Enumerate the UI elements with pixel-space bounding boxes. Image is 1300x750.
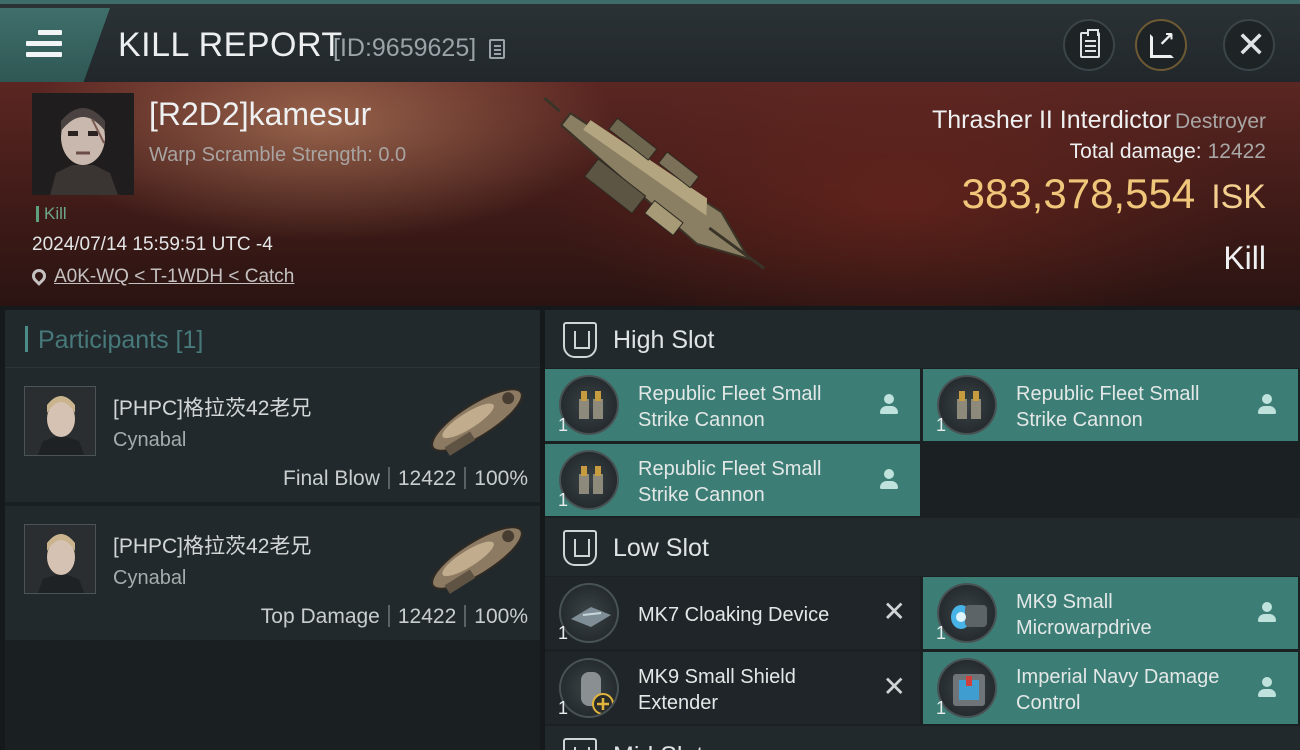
clipboard-button[interactable] <box>1063 19 1115 71</box>
top-bar: KILL REPORT [ID:9659625] ✕ <box>0 0 1300 82</box>
module-name: Republic Fleet Small Strike Cannon <box>638 383 822 431</box>
module-quantity: 1 <box>936 698 947 718</box>
fitting-panel: High Slot 1 Republic Fleet Small Strike … <box>545 310 1300 750</box>
ship-name: Thrasher II Interdictor <box>931 106 1171 134</box>
victim-banner: [R2D2]kamesur Warp Scramble Strength: 0.… <box>0 82 1300 306</box>
participant-role: Top Damage <box>260 605 380 628</box>
participants-header: Participants [1] <box>5 310 540 368</box>
victim-portrait[interactable] <box>32 93 134 195</box>
mid-slot-title: Mid Slot <box>613 742 703 750</box>
participant-name[interactable]: [PHPC]格拉茨42老兄 <box>113 392 311 422</box>
mid-slot-header: Mid Slot <box>545 726 1300 750</box>
module-item[interactable]: 1 Imperial Navy Damage Control <box>923 652 1298 724</box>
participant-damage: 12422 <box>397 467 457 490</box>
total-damage-label: Total damage: <box>1069 140 1202 163</box>
share-icon <box>1150 27 1175 58</box>
low-slot-icon <box>563 530 597 566</box>
location-pin-icon <box>29 266 49 286</box>
participant-avatar[interactable] <box>24 386 96 456</box>
destroyed-x-icon: ✕ <box>882 596 906 627</box>
victim-ship-image[interactable] <box>520 87 790 302</box>
participant-row[interactable]: [PHPC]格拉茨42老兄 Cynabal Top Damage 12422 100… <box>5 506 540 640</box>
module-item[interactable]: 1 MK9 Small Shield Extender ✕ <box>545 652 920 724</box>
module-item[interactable]: 1 MK7 Cloaking Device ✕ <box>545 577 920 649</box>
module-name: Republic Fleet Small Strike Cannon <box>638 458 822 506</box>
participant-stats: Top Damage 12422 100% <box>261 605 528 629</box>
dropped-pilot-icon <box>1258 394 1276 416</box>
victim-name[interactable]: [R2D2]kamesur <box>149 96 371 133</box>
participants-panel: Participants [1] [PHPC]格拉茨42老兄 Cynabal F… <box>5 310 540 750</box>
report-id: [ID:9659625] <box>333 34 477 62</box>
participant-damage: 12422 <box>397 605 457 628</box>
isk-unit: ISK <box>1211 178 1266 216</box>
total-damage: Total damage: 12422 <box>1070 140 1266 164</box>
module-quantity: 1 <box>558 623 569 643</box>
location-text[interactable]: A0K-WQ < T-1WDH < Catch <box>54 266 294 287</box>
dropped-pilot-icon <box>880 394 898 416</box>
result-label: Kill <box>1223 240 1266 276</box>
participant-ship: Cynabal <box>113 429 187 451</box>
module-name: MK9 Small Shield Extender <box>638 666 796 714</box>
mid-slot-icon <box>563 738 597 750</box>
participant-ship: Cynabal <box>113 567 187 589</box>
module-item[interactable]: 1 Republic Fleet Small Strike Cannon <box>545 444 920 516</box>
ship-class: Destroyer <box>1174 110 1266 133</box>
share-button[interactable] <box>1135 19 1187 71</box>
low-slot-title: Low Slot <box>613 534 709 562</box>
kill-tag: Kill <box>36 205 67 222</box>
participant-ship-image[interactable] <box>415 510 539 606</box>
module-item[interactable]: 1 MK9 Small Microwarpdrive <box>923 577 1298 649</box>
module-item[interactable]: 1 Republic Fleet Small Strike Cannon <box>545 369 920 441</box>
module-quantity: 1 <box>936 623 947 643</box>
participant-row[interactable]: [PHPC]格拉茨42老兄 Cynabal Final Blow 12422 100… <box>5 368 540 502</box>
close-icon: ✕ <box>1236 24 1267 65</box>
menu-button[interactable] <box>0 8 110 82</box>
participant-percent: 100% <box>474 605 528 628</box>
clipboard-icon <box>1080 29 1100 58</box>
hamburger-menu-icon[interactable] <box>26 30 62 58</box>
module-name: Imperial Navy Damage Control <box>1016 666 1220 714</box>
module-item[interactable]: 1 Republic Fleet Small Strike Cannon <box>923 369 1298 441</box>
participant-percent: 100% <box>474 467 528 490</box>
module-quantity: 1 <box>936 415 947 435</box>
high-slot-icon <box>563 322 597 358</box>
participant-stats: Final Blow 12422 100% <box>283 467 528 491</box>
participant-ship-image[interactable] <box>415 372 539 468</box>
dropped-pilot-icon <box>880 469 898 491</box>
warp-scramble-strength: Warp Scramble Strength: 0.0 <box>149 144 407 166</box>
location-link[interactable]: A0K-WQ < T-1WDH < Catch <box>29 266 294 288</box>
module-name: Republic Fleet Small Strike Cannon <box>1016 383 1200 431</box>
participant-name[interactable]: [PHPC]格拉茨42老兄 <box>113 530 311 560</box>
destroyed-x-icon: ✕ <box>882 671 906 702</box>
participant-avatar[interactable] <box>24 524 96 594</box>
dropped-pilot-icon <box>1258 677 1276 699</box>
copy-icon[interactable] <box>489 39 505 59</box>
module-quantity: 1 <box>558 415 569 435</box>
kill-timestamp: 2024/07/14 15:59:51 UTC -4 <box>32 234 273 255</box>
high-slot-header: High Slot <box>545 310 1300 368</box>
dropped-pilot-icon <box>1258 602 1276 624</box>
isk-value: 383,378,554 ISK <box>962 170 1266 218</box>
low-slot-header: Low Slot <box>545 518 1300 576</box>
isk-amount: 383,378,554 <box>961 170 1196 217</box>
module-name: MK7 Cloaking Device <box>638 604 830 626</box>
module-name: MK9 Small Microwarpdrive <box>1016 591 1152 639</box>
module-quantity: 1 <box>558 490 569 510</box>
module-quantity: 1 <box>558 698 569 718</box>
total-damage-value: 12422 <box>1207 140 1266 163</box>
close-button[interactable]: ✕ <box>1223 19 1275 71</box>
high-slot-title: High Slot <box>613 326 715 354</box>
ship-type[interactable]: Thrasher II Interdictor Destroyer <box>932 106 1266 135</box>
page-title: KILL REPORT <box>118 26 343 64</box>
participant-role: Final Blow <box>283 467 380 490</box>
